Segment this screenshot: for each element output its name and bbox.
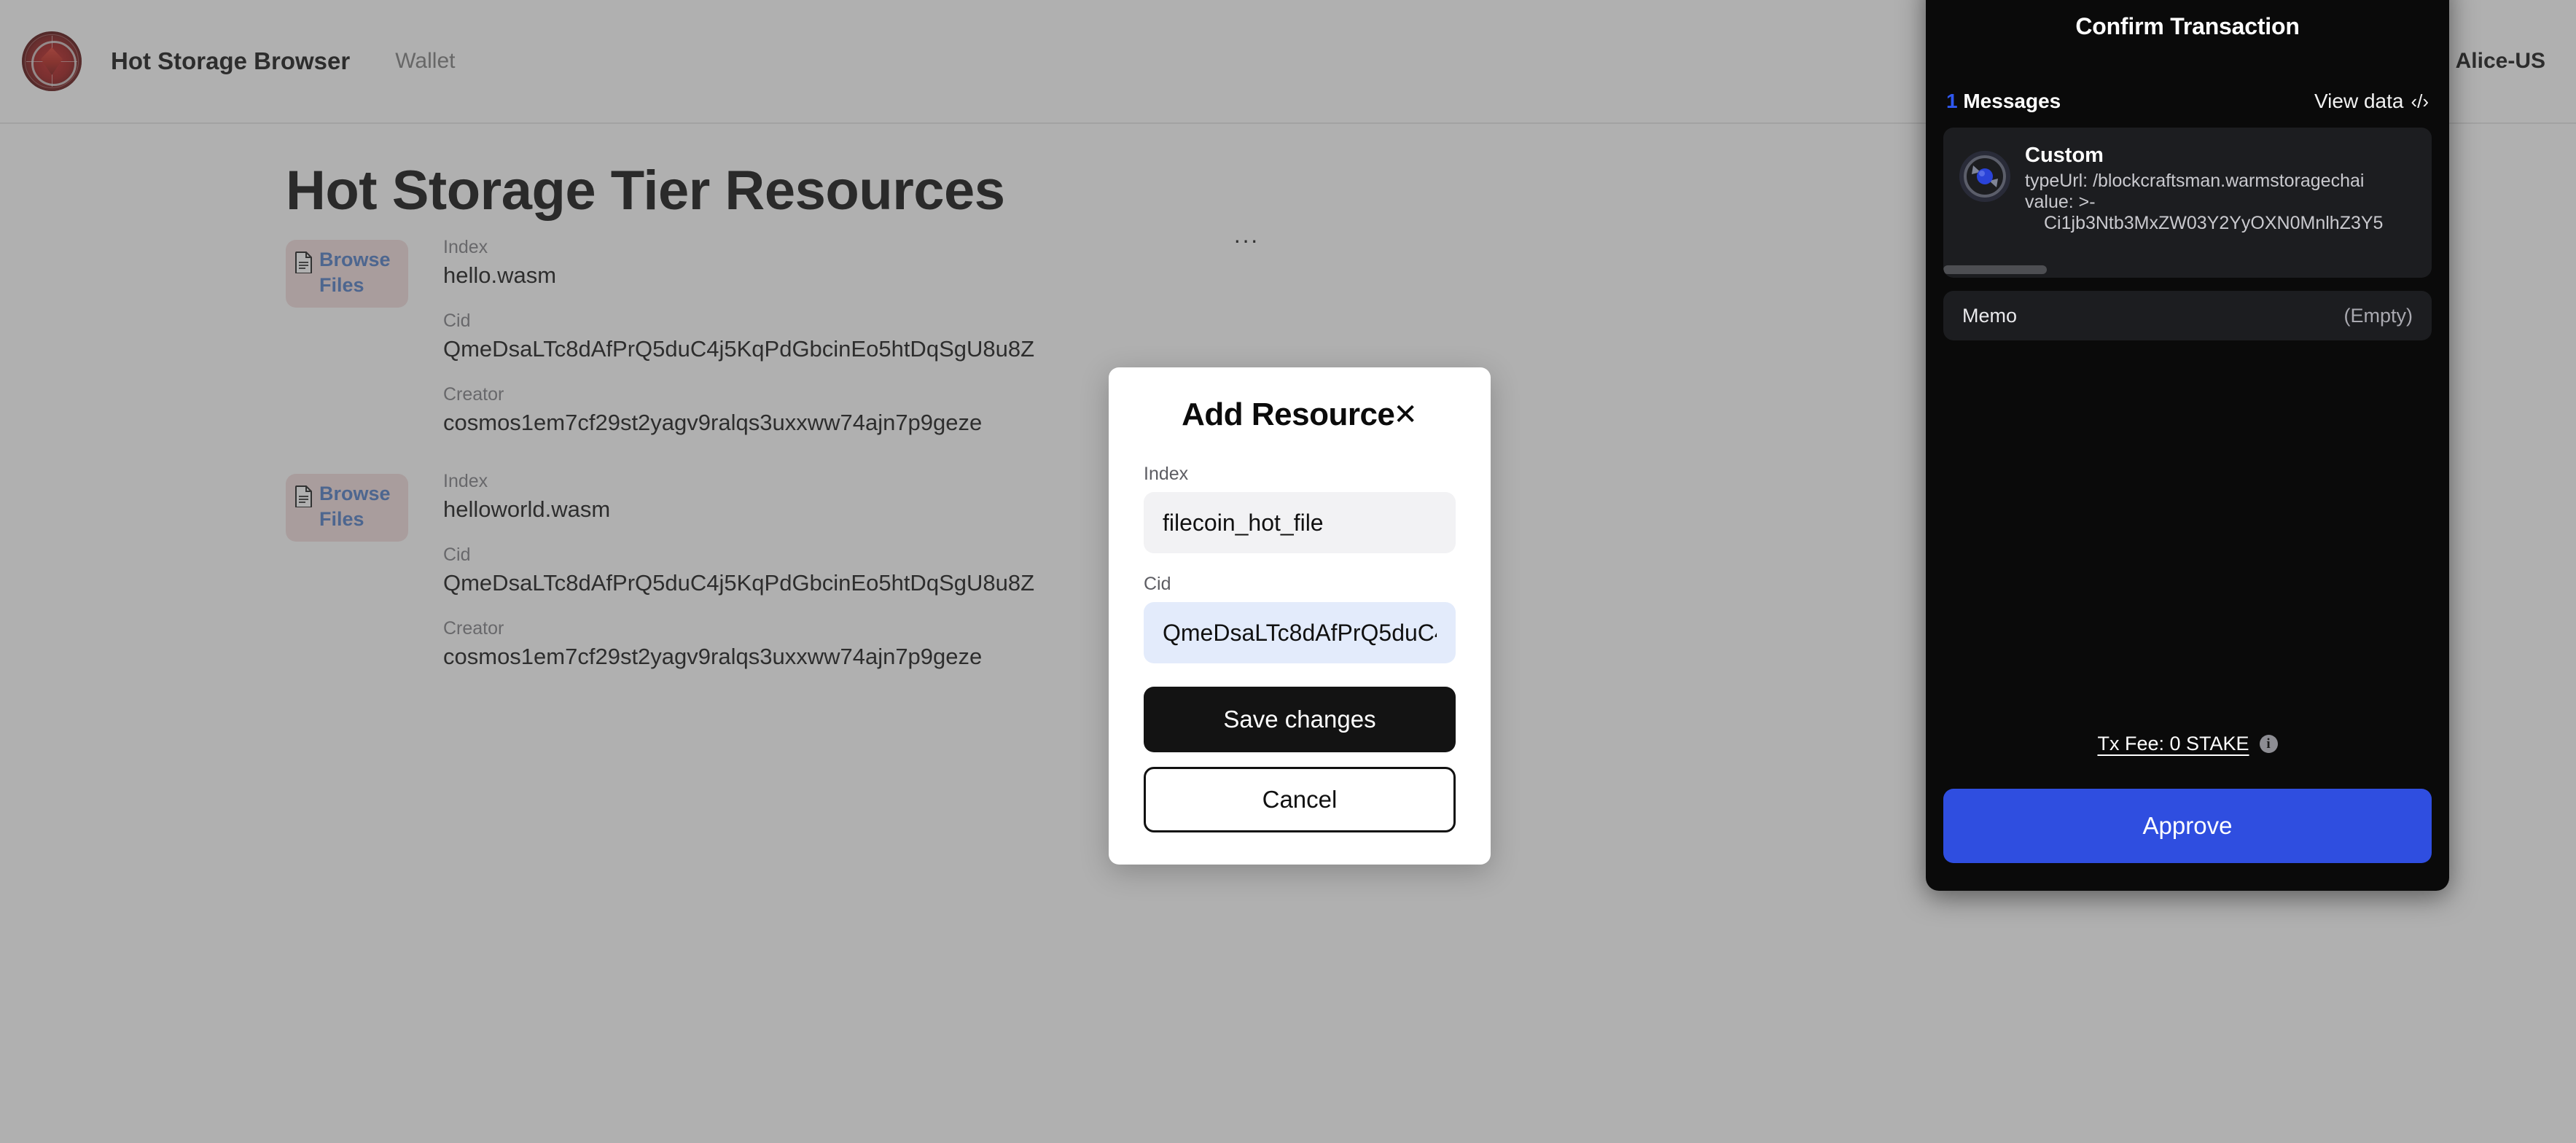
close-icon[interactable]: ✕: [1393, 400, 1418, 429]
index-field-group: Index: [1144, 464, 1456, 553]
message-type-name: Custom: [2025, 144, 2104, 167]
message-type-url: typeUrl: /blockcraftsman.warmstoragechai: [2025, 171, 2365, 191]
info-icon[interactable]: i: [2259, 735, 2278, 753]
dialog-header: Add Resource ✕: [1144, 397, 1456, 433]
index-input[interactable]: [1144, 492, 1456, 553]
dialog-title: Add Resource: [1182, 397, 1395, 432]
messages-header: 1 Messages View data ‹/›: [1943, 90, 2432, 113]
messages-count-label: 1 Messages: [1946, 90, 2061, 113]
messages-word: Messages: [1963, 90, 2061, 112]
transaction-fee-label[interactable]: Tx Fee: 0 STAKE: [2097, 733, 2249, 755]
memo-label: Memo: [1962, 304, 2018, 327]
messages-count: 1: [1946, 90, 1958, 112]
transaction-fee-row: Tx Fee: 0 STAKE i: [1926, 733, 2449, 755]
add-resource-dialog: Add Resource ✕ Index Cid Save changes Ca…: [1109, 367, 1491, 865]
view-data-button[interactable]: View data ‹/›: [2314, 90, 2429, 113]
memo-value: (Empty): [2343, 304, 2413, 327]
cid-field-group: Cid: [1144, 574, 1456, 663]
save-changes-button[interactable]: Save changes: [1144, 687, 1456, 752]
approve-button[interactable]: Approve: [1943, 789, 2432, 863]
confirm-transaction-panel: Confirm Transaction 1 Messages View data…: [1926, 0, 2449, 891]
message-card[interactable]: Custom typeUrl: /blockcraftsman.warmstor…: [1943, 128, 2432, 278]
index-field-label: Index: [1144, 464, 1189, 484]
cid-field-label: Cid: [1144, 574, 1171, 594]
view-data-label: View data: [2314, 90, 2404, 112]
message-value-data: Ci1jb3Ntb3MxZW03Y2YyOXN0MnlhZ3Y5: [2044, 213, 2384, 233]
message-body: Custom typeUrl: /blockcraftsman.warmstor…: [2025, 144, 2390, 278]
cid-input[interactable]: [1144, 602, 1456, 663]
transaction-refresh-icon: [1958, 149, 2012, 203]
confirm-transaction-title: Confirm Transaction: [2075, 13, 2300, 39]
code-brackets-icon: ‹/›: [2411, 90, 2429, 112]
memo-row: Memo (Empty): [1943, 291, 2432, 340]
cancel-button[interactable]: Cancel: [1144, 767, 1456, 832]
message-horizontal-scrollbar[interactable]: [1943, 265, 2047, 274]
message-value-label: value: >-: [2025, 192, 2096, 212]
